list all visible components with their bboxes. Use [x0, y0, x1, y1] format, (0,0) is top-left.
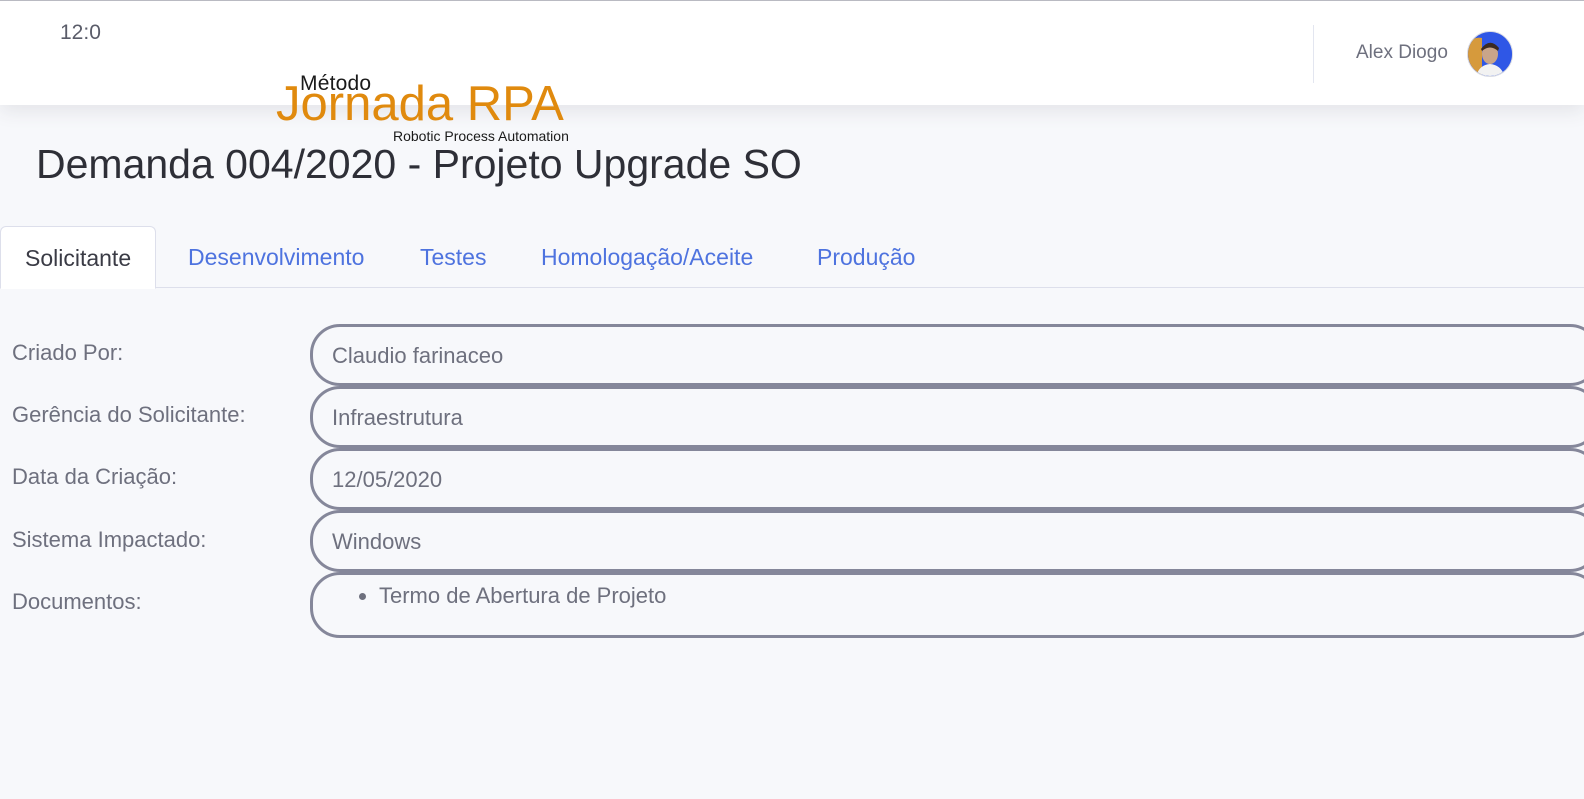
logo-line-3: Robotic Process Automation	[393, 128, 569, 144]
topbar-divider	[1313, 25, 1314, 83]
sistema-impactado-field[interactable]: Windows	[310, 510, 1584, 572]
avatar[interactable]	[1467, 31, 1513, 77]
gerencia-label: Gerência do Solicitante:	[12, 402, 246, 427]
tab-solicitante[interactable]: Solicitante	[0, 226, 157, 289]
data-criacao-label: Data da Criação:	[12, 464, 178, 489]
document-link[interactable]: Termo de Abertura de Projeto	[379, 581, 1584, 611]
tab-producao[interactable]: Produção	[817, 226, 915, 288]
clock-text: 12:0	[60, 21, 101, 44]
gerencia-field[interactable]: Infraestrutura	[310, 386, 1584, 448]
documentos-list: Termo de Abertura de Projeto	[379, 581, 1584, 611]
tab-homologacao-aceite[interactable]: Homologação/Aceite	[541, 226, 753, 288]
tab-desenvolvimento[interactable]: Desenvolvimento	[188, 226, 364, 288]
page-title: Demanda 004/2020 - Projeto Upgrade SO	[36, 141, 802, 187]
criado-por-label: Criado Por:	[12, 340, 124, 365]
data-criacao-field[interactable]: 12/05/2020	[310, 448, 1584, 510]
criado-por-field[interactable]: Claudio farinaceo	[310, 324, 1584, 386]
documentos-label: Documentos:	[12, 589, 142, 614]
documentos-field: Termo de Abertura de Projeto	[310, 572, 1584, 638]
user-photo-icon	[1468, 32, 1512, 76]
user-name[interactable]: Alex Diogo	[1356, 42, 1448, 64]
topbar: 12:0 Alex Diogo	[0, 0, 1584, 105]
sistema-impactado-label: Sistema Impactado:	[12, 527, 207, 552]
jornada-rpa-logo: Método Jornada RPA Robotic Process Autom…	[276, 72, 578, 148]
tab-testes[interactable]: Testes	[420, 226, 486, 288]
tab-bar: Solicitante Desenvolvimento Testes Homol…	[0, 226, 1584, 289]
logo-line-2: Jornada RPA	[276, 77, 564, 131]
